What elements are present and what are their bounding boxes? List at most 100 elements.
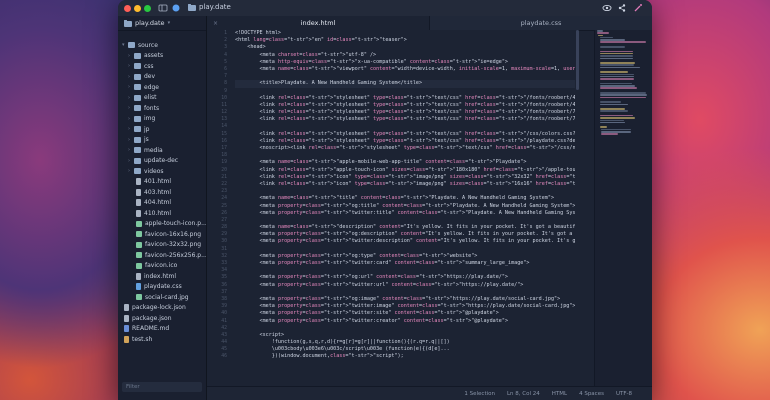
preview-eye-icon[interactable] <box>602 3 612 13</box>
disclosure-chevron-icon[interactable]: › <box>128 158 133 164</box>
code-line[interactable]: <link rel=class="t-str">"stylesheet" typ… <box>235 95 575 102</box>
tree-file[interactable]: 410.html <box>118 208 206 219</box>
code-line[interactable]: <link rel=class="t-str">"stylesheet" typ… <box>235 116 575 123</box>
minimap[interactable] <box>594 30 652 386</box>
tree-file[interactable]: favicon-32x32.png <box>118 240 206 251</box>
code-line[interactable]: <link rel=class="t-str">"icon" type=clas… <box>235 181 575 188</box>
tree-folder[interactable]: › dev <box>118 72 206 83</box>
code-area[interactable]: <!DOCTYPE html> <html lang=class="t-str">… <box>235 30 575 386</box>
code-editor[interactable]: 1 2 3 4 5 6 7 8 9 10 11 12 13 14 15 16 17 18 19 20 21 22 23 24 2… <box>207 30 577 386</box>
disclosure-chevron-icon[interactable]: › <box>128 147 133 153</box>
status-item[interactable]: 4 Spaces <box>579 391 604 397</box>
code-line[interactable]: <head> <box>235 44 575 51</box>
code-line[interactable]: <script> <box>235 332 575 339</box>
disclosure-chevron-icon[interactable]: › <box>128 95 133 101</box>
code-line[interactable] <box>235 73 575 80</box>
project-root-selector[interactable]: play.date ▾ <box>118 16 206 31</box>
code-line[interactable]: !function(g,s,q,r,d){r=g[r]=g[r]||functi… <box>235 339 575 346</box>
code-line[interactable]: <meta property=class="t-str">"og:title" … <box>235 203 575 210</box>
code-line[interactable]: <link rel=class="t-str">"stylesheet" typ… <box>235 102 575 109</box>
close-tab-icon[interactable]: × <box>213 20 218 27</box>
tree-file[interactable]: package.json <box>118 313 206 324</box>
code-line[interactable] <box>235 152 575 159</box>
tree-file[interactable]: 404.html <box>118 198 206 209</box>
tree-folder[interactable]: › assets <box>118 51 206 62</box>
tree-file[interactable]: favicon-16x16.png <box>118 229 206 240</box>
code-line[interactable]: <meta property=class="t-str">"twitter:cr… <box>235 318 575 325</box>
disclosure-chevron-icon[interactable]: › <box>128 74 133 80</box>
tree-file[interactable]: apple-touch-icon.p... <box>118 219 206 230</box>
code-line[interactable] <box>235 123 575 130</box>
code-line[interactable]: <meta name=class="t-str">"apple-mobile-w… <box>235 159 575 166</box>
code-line[interactable]: })(window.document,class="t-str">"script… <box>235 353 575 360</box>
tree-folder[interactable]: › update-dec <box>118 156 206 167</box>
code-line[interactable]: <meta property=class="t-str">"twitter:si… <box>235 310 575 317</box>
disclosure-chevron-icon[interactable]: › <box>128 137 133 143</box>
code-line[interactable]: <meta property=class="t-str">"og:type" c… <box>235 253 575 260</box>
code-line[interactable]: <meta property=class="t-str">"twitter:de… <box>235 238 575 245</box>
code-line[interactable]: <meta name=class="t-str">"viewport" cont… <box>235 66 575 73</box>
code-line[interactable]: <meta property=class="t-str">"twitter:im… <box>235 303 575 310</box>
tree-file[interactable]: 401.html <box>118 177 206 188</box>
tree-folder[interactable]: › img <box>118 114 206 125</box>
minimize-window-button[interactable] <box>134 5 141 12</box>
zoom-window-button[interactable] <box>144 5 151 12</box>
disclosure-chevron-icon[interactable]: › <box>128 168 133 174</box>
disclosure-chevron-icon[interactable]: › <box>128 84 133 90</box>
code-line[interactable]: <link rel=class="t-str">"icon" type=clas… <box>235 174 575 181</box>
magic-wand-icon[interactable] <box>633 3 643 13</box>
code-line[interactable]: <meta property=class="t-str">"twitter:ca… <box>235 260 575 267</box>
tab-index-html[interactable]: × index.html <box>207 16 429 30</box>
close-window-button[interactable] <box>124 5 131 12</box>
tree-file[interactable]: 403.html <box>118 187 206 198</box>
code-line[interactable] <box>235 246 575 253</box>
tree-folder[interactable]: › jp <box>118 124 206 135</box>
code-line[interactable]: <meta name=class="t-str">"description" c… <box>235 224 575 231</box>
code-line[interactable] <box>235 289 575 296</box>
code-line[interactable] <box>235 188 575 195</box>
code-line[interactable]: <title>Playdate. A New Handheld Gaming S… <box>235 80 575 88</box>
code-line[interactable]: <meta property=class="t-str">"og:url" co… <box>235 274 575 281</box>
disclosure-chevron-icon[interactable]: ▾ <box>122 42 127 48</box>
git-icon[interactable] <box>171 3 181 13</box>
status-item[interactable]: HTML <box>552 391 567 397</box>
code-line[interactable]: <link rel=class="t-str">"stylesheet" typ… <box>235 109 575 116</box>
tree-file[interactable]: social-card.jpg <box>118 292 206 303</box>
tree-file[interactable]: favicon-256x256.p... <box>118 250 206 261</box>
tree-file[interactable]: index.html <box>118 271 206 282</box>
code-line[interactable]: <link rel=class="t-str">"apple-touch-ico… <box>235 167 575 174</box>
tree-file[interactable]: test.sh <box>118 334 206 345</box>
disclosure-chevron-icon[interactable]: › <box>128 126 133 132</box>
code-line[interactable]: <meta property=class="t-str">"og:descrip… <box>235 231 575 238</box>
share-icon[interactable] <box>617 3 627 13</box>
code-line[interactable] <box>235 88 575 95</box>
tree-file[interactable]: favicon.ico <box>118 261 206 272</box>
code-line[interactable] <box>235 325 575 332</box>
code-line[interactable]: <link rel=class="t-str">"stylesheet" typ… <box>235 138 575 145</box>
tree-folder[interactable]: › media <box>118 145 206 156</box>
tree-folder[interactable]: › js <box>118 135 206 146</box>
tab-playdate-css[interactable]: playdate.css <box>429 16 652 30</box>
tree-file[interactable]: playdate.css <box>118 282 206 293</box>
code-line[interactable]: \u003cbody\u003e6\u003c/script\u003e (fu… <box>235 346 575 353</box>
tree-folder[interactable]: › edge <box>118 82 206 93</box>
code-line[interactable] <box>235 217 575 224</box>
code-line[interactable]: <meta property=class="t-str">"og:image" … <box>235 296 575 303</box>
tree-file[interactable]: README.md <box>118 324 206 335</box>
disclosure-chevron-icon[interactable]: › <box>128 53 133 59</box>
status-item[interactable]: UTF-8 <box>616 391 632 397</box>
filter-input[interactable]: Filter <box>122 382 202 392</box>
tree-folder[interactable]: › elist <box>118 93 206 104</box>
sidebar-toggle-icon[interactable] <box>158 3 168 13</box>
disclosure-chevron-icon[interactable]: › <box>128 63 133 69</box>
tree-file[interactable]: package-lock.json <box>118 303 206 314</box>
disclosure-chevron-icon[interactable]: › <box>128 105 133 111</box>
editor-scrollbar[interactable] <box>576 30 579 90</box>
code-line[interactable]: <meta property=class="t-str">"twitter:ur… <box>235 282 575 289</box>
code-line[interactable]: <noscript><link rel=class="t-str">"style… <box>235 145 575 152</box>
code-line[interactable]: <meta name=class="t-str">"title" content… <box>235 195 575 202</box>
code-line[interactable] <box>235 267 575 274</box>
code-line[interactable]: <!DOCTYPE html> <box>235 30 575 37</box>
code-line[interactable]: <meta charset=class="t-str">"utf-8" /> <box>235 52 575 59</box>
code-line[interactable]: <link rel=class="t-str">"stylesheet" typ… <box>235 131 575 138</box>
